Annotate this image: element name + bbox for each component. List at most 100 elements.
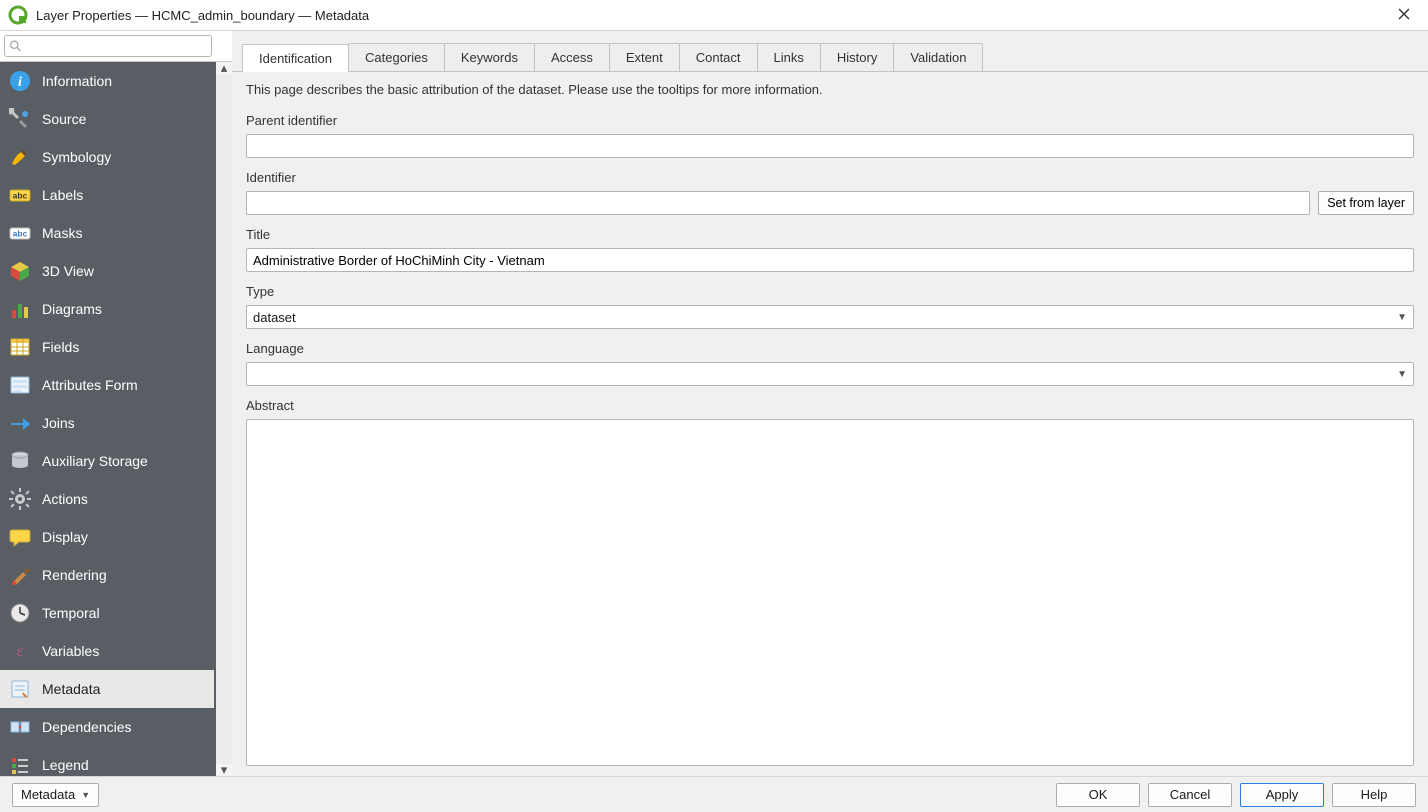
metadata-icon <box>8 677 32 701</box>
sidebar-item-label: 3D View <box>42 263 94 279</box>
type-combobox[interactable]: dataset ▼ <box>246 305 1414 329</box>
sidebar-item-dependencies[interactable]: Dependencies <box>0 708 214 746</box>
sidebar-item-label: Fields <box>42 339 79 355</box>
sidebar-item-label: Actions <box>42 491 88 507</box>
tab-validation[interactable]: Validation <box>893 43 983 71</box>
set-from-layer-button[interactable]: Set from layer <box>1318 191 1414 215</box>
tab-links[interactable]: Links <box>757 43 821 71</box>
tab-access[interactable]: Access <box>534 43 610 71</box>
sidebar-item-labels[interactable]: abc Labels <box>0 176 214 214</box>
chevron-down-icon: ▼ <box>1397 312 1407 323</box>
dialog-footer: Metadata ▼ OK Cancel Apply Help <box>0 776 1428 812</box>
clock-icon <box>8 601 32 625</box>
labels-icon: abc <box>8 183 32 207</box>
title-input[interactable] <box>246 248 1414 272</box>
sidebar-item-label: Display <box>42 529 88 545</box>
sidebar-item-label: Auxiliary Storage <box>42 453 148 469</box>
chevron-down-icon: ▼ <box>1397 369 1407 380</box>
identifier-label: Identifier <box>246 170 1414 185</box>
svg-text:abc: abc <box>13 229 28 239</box>
sidebar-item-label: Symbology <box>42 149 111 165</box>
info-icon: i <box>8 69 32 93</box>
close-button[interactable] <box>1388 7 1420 24</box>
scroll-up-icon[interactable]: ▴ <box>216 62 232 74</box>
sidebar-search-field[interactable] <box>4 35 212 57</box>
metadata-menu-button[interactable]: Metadata ▼ <box>12 783 99 807</box>
tab-keywords[interactable]: Keywords <box>444 43 535 71</box>
tab-contact[interactable]: Contact <box>679 43 758 71</box>
identifier-input[interactable] <box>246 191 1310 215</box>
chevron-down-icon: ▼ <box>81 790 90 800</box>
metadata-menu-label: Metadata <box>21 787 75 802</box>
sidebar-item-joins[interactable]: Joins <box>0 404 214 442</box>
tab-categories[interactable]: Categories <box>348 43 445 71</box>
gear-icon <box>8 487 32 511</box>
sidebar-item-symbology[interactable]: Symbology <box>0 138 214 176</box>
sidebar-item-label: Dependencies <box>42 719 132 735</box>
sidebar-item-variables[interactable]: ε Variables <box>0 632 214 670</box>
help-button[interactable]: Help <box>1332 783 1416 807</box>
svg-text:ε: ε <box>17 643 24 660</box>
fields-icon <box>8 335 32 359</box>
diagrams-icon <box>8 297 32 321</box>
svg-text:abc: abc <box>13 191 28 201</box>
search-icon <box>9 39 22 53</box>
tab-history[interactable]: History <box>820 43 894 71</box>
sidebar-scrollbar[interactable]: ▴ ▾ <box>216 62 232 776</box>
sidebar-item-fields[interactable]: Fields <box>0 328 214 366</box>
type-value: dataset <box>253 310 296 325</box>
parent-identifier-input[interactable] <box>246 134 1414 158</box>
tab-extent[interactable]: Extent <box>609 43 680 71</box>
variables-icon: ε <box>8 639 32 663</box>
sidebar-item-display[interactable]: Display <box>0 518 214 556</box>
display-icon <box>8 525 32 549</box>
svg-text:i: i <box>18 75 22 90</box>
sidebar-item-attributes-form[interactable]: Attributes Form <box>0 366 214 404</box>
language-combobox[interactable]: ▼ <box>246 362 1414 386</box>
brush-icon <box>8 145 32 169</box>
sidebar-item-label: Masks <box>42 225 82 241</box>
tab-identification[interactable]: Identification <box>242 44 349 72</box>
metadata-tabbar: IdentificationCategoriesKeywordsAccessEx… <box>232 31 1428 71</box>
sidebar-item-label: Information <box>42 73 112 89</box>
sidebar-item-3d-view[interactable]: 3D View <box>0 252 214 290</box>
sidebar-item-label: Attributes Form <box>42 377 138 393</box>
sidebar-item-label: Temporal <box>42 605 100 621</box>
storage-icon <box>8 449 32 473</box>
legend-icon <box>8 753 32 776</box>
sidebar-item-legend[interactable]: Legend <box>0 746 214 776</box>
identification-hint: This page describes the basic attributio… <box>246 82 1414 97</box>
wrench-icon <box>8 107 32 131</box>
abstract-label: Abstract <box>246 398 1414 413</box>
parent-identifier-label: Parent identifier <box>246 113 1414 128</box>
sidebar-item-label: Joins <box>42 415 75 431</box>
sidebar-item-label: Variables <box>42 643 99 659</box>
sidebar-item-rendering[interactable]: Rendering <box>0 556 214 594</box>
rendering-icon <box>8 563 32 587</box>
ok-button[interactable]: OK <box>1056 783 1140 807</box>
sidebar-item-label: Rendering <box>42 567 107 583</box>
sidebar-item-masks[interactable]: abc Masks <box>0 214 214 252</box>
sidebar-item-actions[interactable]: Actions <box>0 480 214 518</box>
identification-tabpage: This page describes the basic attributio… <box>232 71 1428 776</box>
sidebar-item-label: Labels <box>42 187 83 203</box>
qgis-icon <box>8 5 28 25</box>
joins-icon <box>8 411 32 435</box>
sidebar-search-input[interactable] <box>24 38 207 54</box>
scroll-down-icon[interactable]: ▾ <box>216 764 232 776</box>
sidebar-item-information[interactable]: i Information <box>0 62 214 100</box>
sidebar-item-diagrams[interactable]: Diagrams <box>0 290 214 328</box>
masks-icon: abc <box>8 221 32 245</box>
form-icon <box>8 373 32 397</box>
sidebar-item-metadata[interactable]: Metadata <box>0 670 214 708</box>
language-label: Language <box>246 341 1414 356</box>
sidebar-item-temporal[interactable]: Temporal <box>0 594 214 632</box>
sidebar-item-auxiliary-storage[interactable]: Auxiliary Storage <box>0 442 214 480</box>
sidebar-item-source[interactable]: Source <box>0 100 214 138</box>
abstract-textarea[interactable] <box>246 419 1414 766</box>
cube-icon <box>8 259 32 283</box>
cancel-button[interactable]: Cancel <box>1148 783 1232 807</box>
sidebar-item-label: Diagrams <box>42 301 102 317</box>
apply-button[interactable]: Apply <box>1240 783 1324 807</box>
title-label: Title <box>246 227 1414 242</box>
